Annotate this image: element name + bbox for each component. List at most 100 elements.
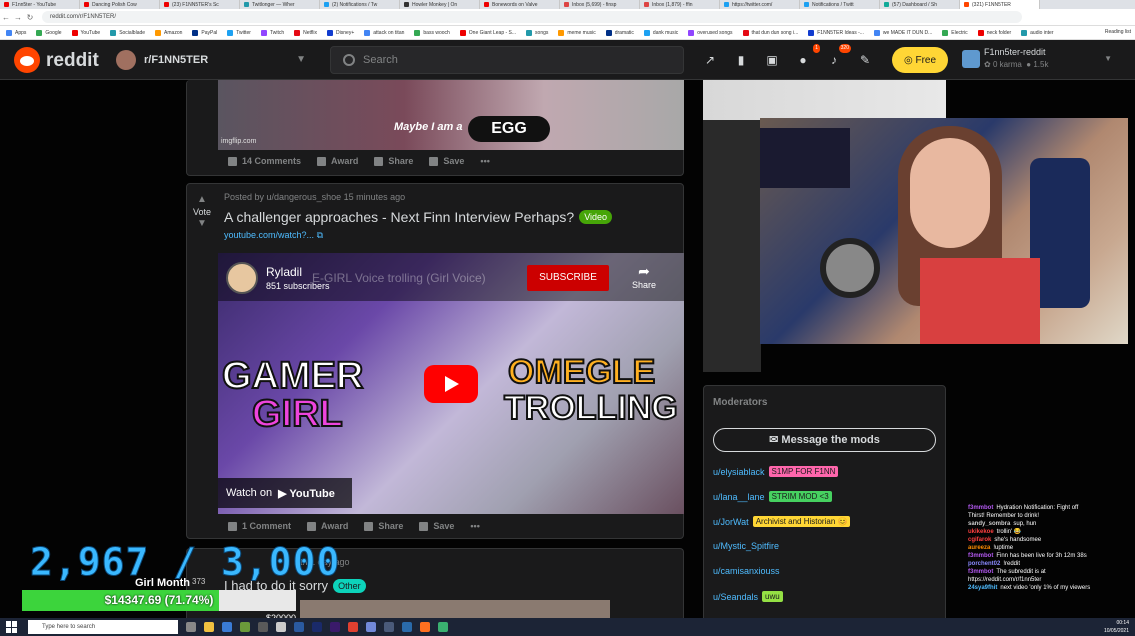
award-button[interactable]: Award (317, 156, 358, 166)
bookmark-item[interactable]: F1NN5TER Ideas -... (808, 29, 864, 36)
browser-tab[interactable]: Dancing Polish Cow (80, 0, 160, 9)
moderator-name[interactable]: u/camisanxiouss (713, 566, 780, 576)
browser-tab[interactable]: Inbox (5,699) - finsp (560, 0, 640, 9)
chat-username[interactable]: f3mmbot (968, 569, 993, 575)
bookmark-item[interactable]: Socialblade (110, 29, 145, 36)
bookmark-item[interactable]: meme music (558, 29, 596, 36)
moderator-item[interactable]: u/Seandals uwu (713, 591, 783, 602)
watch-on-youtube-button[interactable]: Watch on ▶ YouTube (218, 478, 352, 508)
bookmark-item[interactable]: YouTube (71, 29, 100, 36)
chat-username[interactable]: f3mmbot (968, 505, 993, 511)
chat-username[interactable]: aureeza (968, 545, 990, 551)
post-flair[interactable]: Video (579, 210, 613, 224)
pencil-icon[interactable]: ✎ (855, 50, 875, 70)
bell-icon[interactable]: ♪ 320 (824, 44, 851, 70)
video-icon[interactable]: ▣ (762, 50, 782, 70)
bookmark-item[interactable]: dank music (643, 29, 678, 36)
taskbar-clock[interactable]: 00:14 10/05/2021 (1104, 619, 1129, 635)
comments-button[interactable]: 14 Comments (228, 156, 301, 166)
bookmark-item[interactable]: Twitch (260, 29, 284, 36)
share-button[interactable]: Share (374, 156, 413, 166)
browser-tab[interactable]: (321) F1NN5TER (960, 0, 1040, 9)
bookmark-item[interactable]: bass wooch (414, 29, 450, 36)
reading-list[interactable]: Reading list (1105, 29, 1131, 35)
browser-tab[interactable]: (2) Notifications / Tw (320, 0, 400, 9)
chat-username[interactable]: f3mmbot (968, 553, 993, 559)
bookmark-item[interactable]: attack on titan (364, 29, 404, 36)
bookmark-item[interactable]: Google (36, 29, 62, 36)
bookmark-item[interactable]: Amazon (155, 29, 182, 36)
bookmark-item[interactable]: Electric (942, 29, 968, 36)
app-icon[interactable] (402, 622, 412, 632)
search-input[interactable] (363, 54, 663, 66)
chat-icon[interactable]: ● 1 (793, 44, 820, 70)
forward-icon[interactable]: → (12, 13, 24, 22)
reddit-logo-icon[interactable] (14, 47, 40, 73)
obs-icon[interactable] (276, 622, 286, 632)
save-button[interactable]: Save (419, 521, 454, 531)
chat-username[interactable]: sandy_sombra (968, 521, 1010, 527)
bookmark-item[interactable]: audio inter (1021, 29, 1054, 36)
windows-start-icon[interactable] (6, 621, 20, 633)
bookmark-item[interactable]: neck folder (977, 29, 1011, 36)
user-menu[interactable]: F1nn5ter-reddit ✿ 0 karma ● 1.5k ▼ (962, 46, 1122, 74)
chat-username[interactable]: 24sya9fhit (968, 585, 997, 591)
app-icon[interactable] (258, 622, 268, 632)
chat-username[interactable]: cgifarok (968, 537, 991, 543)
browser-tab[interactable]: Notifications / Twitt (800, 0, 880, 9)
moderator-item[interactable]: u/JorWat Archivist and Historian 😊 (713, 516, 851, 527)
trending-icon[interactable]: ↗ (700, 50, 720, 70)
channel-name[interactable]: Ryladil (266, 265, 302, 279)
reload-icon[interactable]: ↻ (24, 13, 36, 22)
browser-tab[interactable]: Howler Monkey | On (400, 0, 480, 9)
save-button[interactable]: Save (429, 156, 464, 166)
meme-image[interactable]: Maybe I am a EGG imgflip.com (218, 80, 684, 150)
subreddit-selector[interactable]: r/F1NN5TER ▼ (112, 46, 312, 74)
post-meta[interactable]: Posted by u/dangerous_shoe 15 minutes ag… (224, 192, 405, 202)
bookmark-item[interactable]: PayPal (192, 29, 217, 36)
moderator-name[interactable]: u/Seandals (713, 592, 758, 602)
browser-tab[interactable]: https://twitter.com/ (720, 0, 800, 9)
minecraft-icon[interactable] (240, 622, 250, 632)
bookmark-item[interactable]: songs (526, 29, 548, 36)
channel-avatar[interactable] (226, 262, 258, 294)
chat-username[interactable]: porchent02 (968, 561, 1000, 567)
photoshop-icon[interactable] (312, 622, 322, 632)
moderator-item[interactable]: u/Mystic_Spitfire (713, 541, 779, 551)
moderator-item[interactable]: u/camisanxiouss (713, 566, 780, 576)
reddit-wordmark[interactable]: reddit (46, 50, 99, 72)
moderator-name[interactable]: u/lana__lane (713, 492, 765, 502)
youtube-embed[interactable]: Ryladil 851 subscribers E-GIRL Voice tro… (218, 253, 684, 514)
chat-username[interactable]: ukikekoe (968, 529, 994, 535)
bookmark-item[interactable]: Apps (6, 29, 26, 36)
vscode-icon[interactable] (294, 622, 304, 632)
browser-tab[interactable]: (23) F1NN5TER's Sc (160, 0, 240, 9)
moderator-item[interactable]: u/lana__lane STRIM MOD <3 (713, 491, 832, 502)
chrome-icon[interactable] (348, 622, 358, 632)
browser-tab[interactable]: Bonewords on Valve (480, 0, 560, 9)
moderator-name[interactable]: u/elysiablack (713, 467, 765, 477)
file-explorer-icon[interactable] (204, 622, 214, 632)
app-icon[interactable] (438, 622, 448, 632)
subscribe-button[interactable]: SUBSCRIBE (527, 265, 609, 291)
search-box[interactable] (330, 46, 684, 74)
browser-tab[interactable]: Twitlonger — Wher (240, 0, 320, 9)
task-view-icon[interactable] (186, 622, 196, 632)
message-mods-button[interactable]: ✉ Message the mods (713, 428, 936, 452)
app-icon[interactable] (384, 622, 394, 632)
moderator-name[interactable]: u/JorWat (713, 517, 749, 527)
downvote-icon[interactable]: ▼ (188, 217, 216, 231)
moderator-item[interactable]: u/elysiablack S1MP FOR F1NN (713, 466, 839, 477)
share-button[interactable]: Share (364, 521, 403, 531)
bookmark-item[interactable]: One Giant Leap - S... (459, 29, 516, 36)
bookmark-item[interactable]: Twitter (227, 29, 251, 36)
discord-icon[interactable] (366, 622, 376, 632)
app-icon[interactable] (420, 622, 430, 632)
taskbar-search[interactable]: Type here to search (28, 620, 178, 634)
url-field[interactable]: reddit.com/r/F1NN5TER/ (42, 11, 1022, 23)
browser-tab[interactable]: F1nn5ter - YouTube (0, 0, 80, 9)
video-share-button[interactable]: ➦ Share (632, 263, 656, 290)
comments-button[interactable]: 1 Comment (228, 521, 291, 531)
browser-tab[interactable]: (57) Dashboard / Sh (880, 0, 960, 9)
upvote-icon[interactable]: ▲ (188, 193, 216, 207)
